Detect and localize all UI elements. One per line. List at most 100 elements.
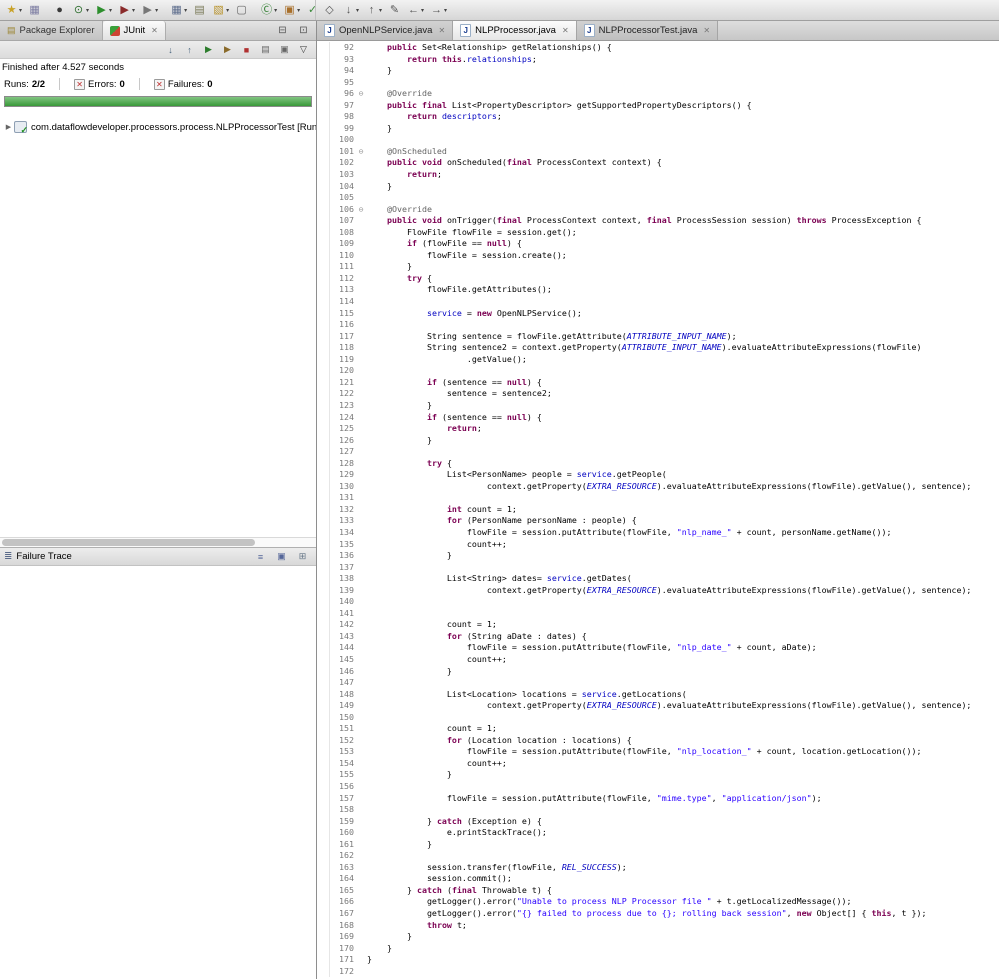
code-text[interactable] — [367, 134, 999, 146]
marker-bar[interactable] — [317, 181, 329, 193]
code-text[interactable]: @Override — [367, 88, 999, 100]
run-icon[interactable]: ▶▾ — [93, 2, 114, 19]
code-text[interactable] — [367, 712, 999, 724]
marker-bar[interactable] — [317, 619, 329, 631]
dropdown-arrow-icon[interactable]: ▾ — [86, 7, 89, 14]
marker-bar[interactable] — [317, 885, 329, 897]
marker-bar[interactable] — [317, 308, 329, 320]
code-text[interactable]: } — [367, 400, 999, 412]
code-text[interactable]: if (flowFile == null) { — [367, 238, 999, 250]
marker-bar[interactable] — [317, 931, 329, 943]
dropdown-arrow-icon[interactable]: ▾ — [421, 7, 424, 14]
dropdown-arrow-icon[interactable]: ▾ — [444, 7, 447, 14]
marker-bar[interactable] — [317, 769, 329, 781]
debug-icon[interactable]: ⊙▾ — [70, 2, 91, 19]
dropdown-arrow-icon[interactable]: ▾ — [184, 7, 187, 14]
code-text[interactable]: return descriptors; — [367, 111, 999, 123]
marker-bar[interactable] — [317, 608, 329, 620]
code-text[interactable]: flowFile = session.putAttribute(flowFile… — [367, 746, 999, 758]
view-tab-package-explorer[interactable]: ▤Package Explorer — [0, 21, 103, 40]
code-text[interactable]: if (sentence == null) { — [367, 377, 999, 389]
marker-bar[interactable] — [317, 284, 329, 296]
marker-bar[interactable] — [317, 88, 329, 100]
marker-bar[interactable] — [317, 192, 329, 204]
coverage-icon[interactable]: ▶▾ — [116, 2, 137, 19]
marker-bar[interactable] — [317, 654, 329, 666]
code-text[interactable]: } — [367, 769, 999, 781]
marker-bar[interactable] — [317, 816, 329, 828]
marker-bar[interactable] — [317, 966, 329, 978]
marker-bar[interactable] — [317, 377, 329, 389]
code-text[interactable]: @OnScheduled — [367, 146, 999, 158]
marker-bar[interactable] — [317, 331, 329, 343]
code-text[interactable] — [367, 319, 999, 331]
code-text[interactable] — [367, 781, 999, 793]
code-text[interactable]: .getValue(); — [367, 354, 999, 366]
code-text[interactable]: } — [367, 123, 999, 135]
code-text[interactable]: } — [367, 666, 999, 678]
marker-bar[interactable] — [317, 504, 329, 516]
marker-bar[interactable] — [317, 631, 329, 643]
dropdown-arrow-icon[interactable]: ▾ — [155, 7, 158, 14]
code-text[interactable]: count++; — [367, 654, 999, 666]
code-text[interactable]: } — [367, 839, 999, 851]
marker-bar[interactable] — [317, 273, 329, 285]
marker-bar[interactable] — [317, 365, 329, 377]
marker-bar[interactable] — [317, 920, 329, 932]
code-text[interactable]: public void onScheduled(final ProcessCon… — [367, 157, 999, 169]
marker-bar[interactable] — [317, 550, 329, 562]
open-window-icon[interactable]: ▢ — [233, 2, 250, 19]
back-history-icon[interactable]: ←▾ — [405, 2, 426, 19]
dropdown-arrow-icon[interactable]: ▾ — [379, 7, 382, 14]
code-text[interactable]: for (String aDate : dates) { — [367, 631, 999, 643]
marker-bar[interactable] — [317, 781, 329, 793]
code-text[interactable]: flowFile = session.putAttribute(flowFile… — [367, 793, 999, 805]
marker-bar[interactable] — [317, 42, 329, 54]
marker-bar[interactable] — [317, 839, 329, 851]
marker-bar[interactable] — [317, 423, 329, 435]
open-type-icon[interactable]: ◇ — [321, 2, 338, 19]
previous-failure-icon[interactable]: ↑ — [181, 42, 198, 57]
marker-bar[interactable] — [317, 908, 329, 920]
dropdown-arrow-icon[interactable]: ▾ — [109, 7, 112, 14]
marker-bar[interactable] — [317, 169, 329, 181]
stop-test-run-icon[interactable]: ■ — [238, 42, 255, 57]
marker-bar[interactable] — [317, 515, 329, 527]
marker-bar[interactable] — [317, 873, 329, 885]
marker-bar[interactable] — [317, 666, 329, 678]
code-text[interactable]: } — [367, 943, 999, 955]
code-text[interactable]: count++; — [367, 539, 999, 551]
marker-bar[interactable] — [317, 238, 329, 250]
code-text[interactable]: return this.relationships; — [367, 54, 999, 66]
marker-bar[interactable] — [317, 146, 329, 158]
code-text[interactable]: getLogger().error("{} failed to process … — [367, 908, 999, 920]
marker-bar[interactable] — [317, 435, 329, 447]
dropdown-arrow-icon[interactable]: ▾ — [226, 7, 229, 14]
editor-tab-opennlpservice-java[interactable]: JOpenNLPService.java✕ — [317, 21, 453, 40]
code-text[interactable] — [367, 365, 999, 377]
save-icon[interactable]: ▦ — [26, 2, 43, 19]
marker-bar[interactable] — [317, 862, 329, 874]
show-trace-in-console-icon[interactable]: ▣ — [273, 549, 290, 564]
code-text[interactable]: List<Location> locations = service.getLo… — [367, 689, 999, 701]
close-tab-icon[interactable]: ✕ — [562, 26, 569, 35]
test-hierarchy-icon[interactable]: ▤ — [257, 42, 274, 57]
marker-bar[interactable] — [317, 896, 329, 908]
marker-bar[interactable] — [317, 573, 329, 585]
marker-bar[interactable] — [317, 642, 329, 654]
code-text[interactable]: String sentence = flowFile.getAttribute(… — [367, 331, 999, 343]
code-text[interactable]: List<PersonName> people = service.getPeo… — [367, 469, 999, 481]
marker-bar[interactable] — [317, 527, 329, 539]
collapse-icon[interactable]: ⊖ — [355, 146, 367, 158]
code-text[interactable]: getLogger().error("Unable to process NLP… — [367, 896, 999, 908]
marker-bar[interactable] — [317, 227, 329, 239]
scrollbar-thumb[interactable] — [2, 539, 255, 546]
code-text[interactable] — [367, 296, 999, 308]
code-text[interactable]: for (PersonName personName : people) { — [367, 515, 999, 527]
code-text[interactable]: flowFile = session.putAttribute(flowFile… — [367, 527, 999, 539]
marker-bar[interactable] — [317, 296, 329, 308]
new-java-class-icon[interactable]: Ⓒ▾ — [258, 2, 279, 19]
code-text[interactable]: } — [367, 931, 999, 943]
test-run-history-icon[interactable]: ▣ — [276, 42, 293, 57]
marker-bar[interactable] — [317, 134, 329, 146]
